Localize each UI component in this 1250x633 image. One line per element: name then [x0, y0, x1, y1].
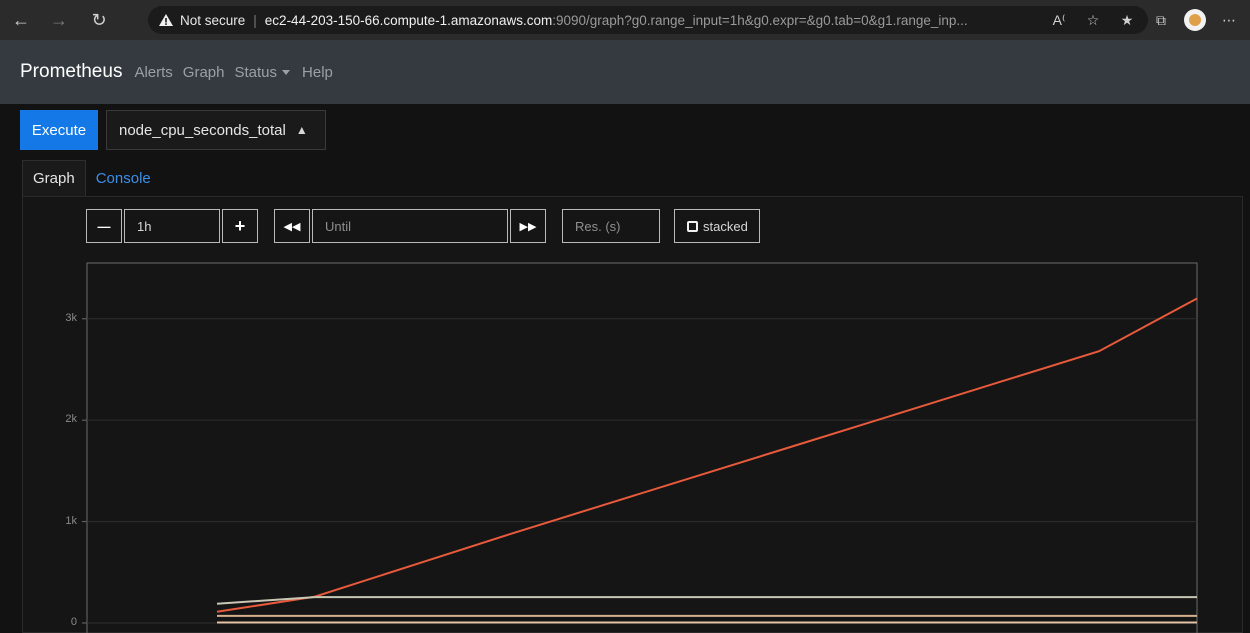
graph-chart	[82, 262, 1198, 633]
y-tick-label: 3k	[65, 311, 77, 324]
y-tick-label: 1k	[65, 514, 77, 527]
series-line[interactable]	[216, 596, 1197, 605]
y-tick-label: 2k	[65, 413, 77, 426]
series-line[interactable]	[216, 297, 1198, 613]
y-tick-label: 0	[70, 616, 77, 628]
